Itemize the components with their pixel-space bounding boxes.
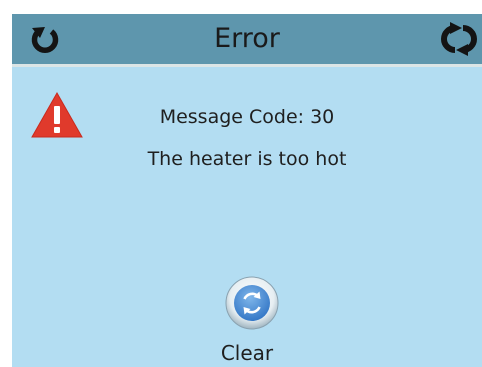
error-screen: Error Message Code: 30 The heater is too… <box>12 14 482 367</box>
refresh-icon[interactable] <box>436 21 480 57</box>
clear-button-label[interactable]: Clear <box>12 341 482 365</box>
message-code: Message Code: 30 <box>159 106 335 128</box>
title-bar: Error <box>12 14 482 67</box>
message-text: The heater is too hot <box>147 148 347 170</box>
clear-button[interactable] <box>225 276 279 330</box>
page-title: Error <box>214 23 280 54</box>
